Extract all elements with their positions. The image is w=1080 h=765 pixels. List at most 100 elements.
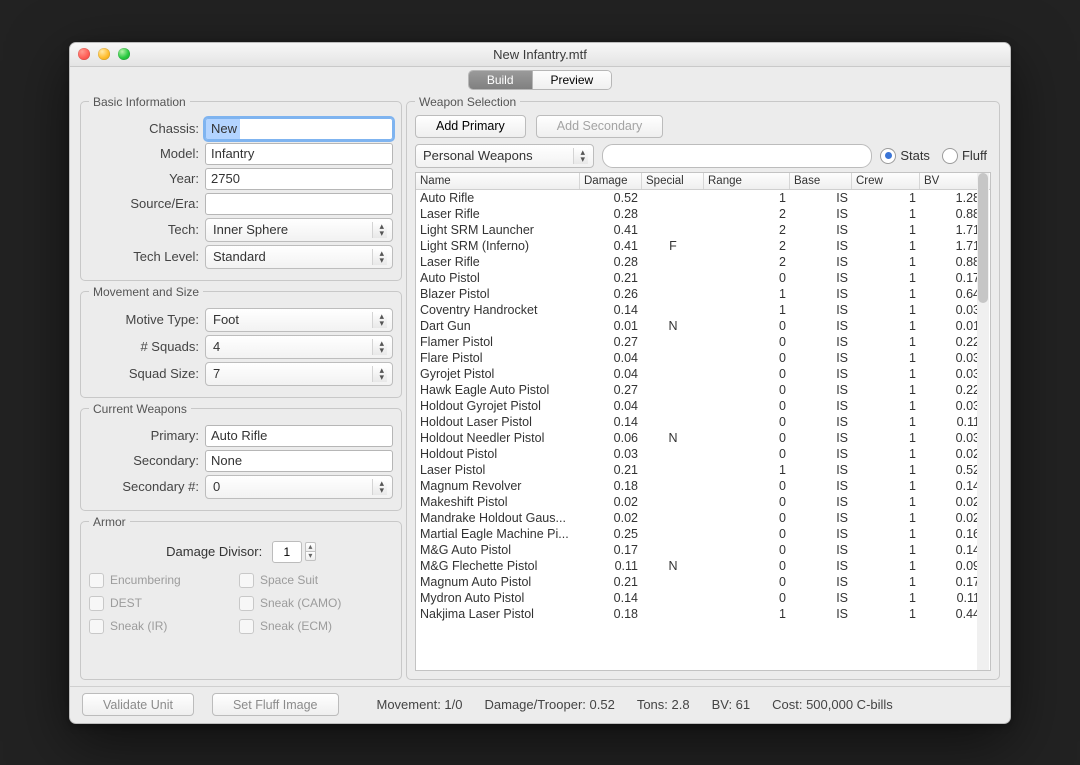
label-tech: Tech: [89, 222, 199, 237]
check-sneak-ir[interactable]: Sneak (IR) [89, 619, 239, 634]
secondary-num-select[interactable]: 0▴▾ [205, 475, 393, 499]
stat-damage: Damage/Trooper: 0.52 [485, 697, 615, 712]
basic-information-legend: Basic Information [89, 95, 190, 109]
table-row[interactable]: M&G Auto Pistol0.170IS10.14 [416, 542, 990, 558]
col-range[interactable]: Range [704, 173, 790, 189]
squads-select[interactable]: 4▴▾ [205, 335, 393, 359]
current-weapons-legend: Current Weapons [89, 402, 191, 416]
table-row[interactable]: Makeshift Pistol0.020IS10.02 [416, 494, 990, 510]
check-encumbering[interactable]: Encumbering [89, 573, 239, 588]
step-up-icon[interactable]: ▴ [305, 542, 316, 551]
label-primary: Primary: [89, 428, 199, 443]
table-row[interactable]: Mydron Auto Pistol0.140IS10.11 [416, 590, 990, 606]
movement-size-legend: Movement and Size [89, 285, 203, 299]
motive-type-select[interactable]: Foot▴▾ [205, 308, 393, 332]
damage-divisor-stepper[interactable]: ▴▾ [272, 541, 316, 563]
app-window: New Infantry.mtf Build Preview Basic Inf… [69, 42, 1011, 724]
table-row[interactable]: Gyrojet Pistol0.040IS10.03 [416, 366, 990, 382]
chassis-input[interactable] [205, 118, 393, 140]
weapon-table: Name Damage Special Range Base Crew BV A… [415, 172, 991, 671]
chevron-updown-icon: ▴▾ [379, 340, 384, 354]
model-input[interactable] [205, 143, 393, 165]
radio-stats[interactable]: Stats [880, 148, 930, 164]
source-input[interactable] [205, 193, 393, 215]
table-row[interactable]: Mandrake Holdout Gaus...0.020IS10.02 [416, 510, 990, 526]
table-row[interactable]: Holdout Pistol0.030IS10.02 [416, 446, 990, 462]
radio-fluff[interactable]: Fluff [942, 148, 987, 164]
tech-level-select[interactable]: Standard▴▾ [205, 245, 393, 269]
table-row[interactable]: Hawk Eagle Auto Pistol0.270IS10.22 [416, 382, 990, 398]
check-space-suit[interactable]: Space Suit [239, 573, 389, 588]
radio-on-icon [880, 148, 896, 164]
armor-legend: Armor [89, 515, 130, 529]
table-row[interactable]: Martial Eagle Machine Pi...0.250IS10.16 [416, 526, 990, 542]
table-row[interactable]: Laser Rifle0.282IS10.88 [416, 254, 990, 270]
table-row[interactable]: Flamer Pistol0.270IS10.22 [416, 334, 990, 350]
chevron-updown-icon: ▴▾ [379, 367, 384, 381]
stat-bv: BV: 61 [712, 697, 751, 712]
table-row[interactable]: Nakjima Laser Pistol0.181IS10.44 [416, 606, 990, 622]
table-header[interactable]: Name Damage Special Range Base Crew BV [416, 173, 990, 190]
chevron-updown-icon: ▴▾ [379, 250, 384, 264]
add-secondary-button[interactable]: Add Secondary [536, 115, 663, 138]
label-model: Model: [89, 146, 199, 161]
label-year: Year: [89, 171, 199, 186]
scroll-thumb[interactable] [978, 173, 988, 303]
table-row[interactable]: Light SRM (Inferno)0.41F2IS11.71 [416, 238, 990, 254]
current-weapons-group: Current Weapons Primary: Secondary: Seco… [80, 402, 402, 511]
year-input[interactable] [205, 168, 393, 190]
footer: Validate Unit Set Fluff Image Movement: … [70, 686, 1010, 723]
table-row[interactable]: Dart Gun0.01N0IS10.01 [416, 318, 990, 334]
zoom-icon[interactable] [118, 48, 130, 60]
table-row[interactable]: Laser Rifle0.282IS10.88 [416, 206, 990, 222]
scrollbar[interactable] [977, 173, 989, 670]
stat-movement: Movement: 1/0 [377, 697, 463, 712]
table-row[interactable]: Auto Rifle0.521IS11.28 [416, 190, 990, 206]
label-secondary-num: Secondary #: [89, 479, 199, 494]
tab-build[interactable]: Build [469, 71, 532, 89]
col-damage[interactable]: Damage [580, 173, 642, 189]
damage-divisor-input[interactable] [272, 541, 302, 563]
weapon-search-input[interactable] [602, 144, 872, 168]
col-bv[interactable]: BV [920, 173, 984, 189]
window-title: New Infantry.mtf [70, 47, 1010, 62]
col-crew[interactable]: Crew [852, 173, 920, 189]
label-damage-divisor: Damage Divisor: [166, 544, 262, 559]
stat-tons: Tons: 2.8 [637, 697, 690, 712]
table-body[interactable]: Auto Rifle0.521IS11.28Laser Rifle0.282IS… [416, 190, 990, 670]
view-tabs: Build Preview [469, 71, 611, 89]
label-source: Source/Era: [89, 196, 199, 211]
table-row[interactable]: Coventry Handrocket0.141IS10.03 [416, 302, 990, 318]
label-squad-size: Squad Size: [89, 366, 199, 381]
tab-preview[interactable]: Preview [532, 71, 612, 89]
table-row[interactable]: Magnum Revolver0.180IS10.14 [416, 478, 990, 494]
secondary-weapon-field[interactable] [205, 450, 393, 472]
tech-select[interactable]: Inner Sphere▴▾ [205, 218, 393, 242]
check-sneak-camo[interactable]: Sneak (CAMO) [239, 596, 389, 611]
table-row[interactable]: Holdout Gyrojet Pistol0.040IS10.03 [416, 398, 990, 414]
add-primary-button[interactable]: Add Primary [415, 115, 526, 138]
col-special[interactable]: Special [642, 173, 704, 189]
col-name[interactable]: Name [416, 173, 580, 189]
table-row[interactable]: Holdout Needler Pistol0.06N0IS10.03 [416, 430, 990, 446]
check-dest[interactable]: DEST [89, 596, 239, 611]
squad-size-select[interactable]: 7▴▾ [205, 362, 393, 386]
col-base[interactable]: Base [790, 173, 852, 189]
validate-unit-button[interactable]: Validate Unit [82, 693, 194, 716]
table-row[interactable]: Auto Pistol0.210IS10.17 [416, 270, 990, 286]
minimize-icon[interactable] [98, 48, 110, 60]
primary-weapon-field[interactable] [205, 425, 393, 447]
titlebar: New Infantry.mtf [70, 43, 1010, 67]
table-row[interactable]: Magnum Auto Pistol0.210IS10.17 [416, 574, 990, 590]
table-row[interactable]: Light SRM Launcher0.412IS11.71 [416, 222, 990, 238]
table-row[interactable]: Holdout Laser Pistol0.140IS10.11 [416, 414, 990, 430]
table-row[interactable]: Laser Pistol0.211IS10.52 [416, 462, 990, 478]
set-fluff-image-button[interactable]: Set Fluff Image [212, 693, 339, 716]
close-icon[interactable] [78, 48, 90, 60]
table-row[interactable]: M&G Flechette Pistol0.11N0IS10.09 [416, 558, 990, 574]
table-row[interactable]: Blazer Pistol0.261IS10.64 [416, 286, 990, 302]
check-sneak-ecm[interactable]: Sneak (ECM) [239, 619, 389, 634]
step-down-icon[interactable]: ▾ [305, 551, 316, 561]
table-row[interactable]: Flare Pistol0.040IS10.03 [416, 350, 990, 366]
weapon-category-select[interactable]: Personal Weapons▴▾ [415, 144, 594, 168]
